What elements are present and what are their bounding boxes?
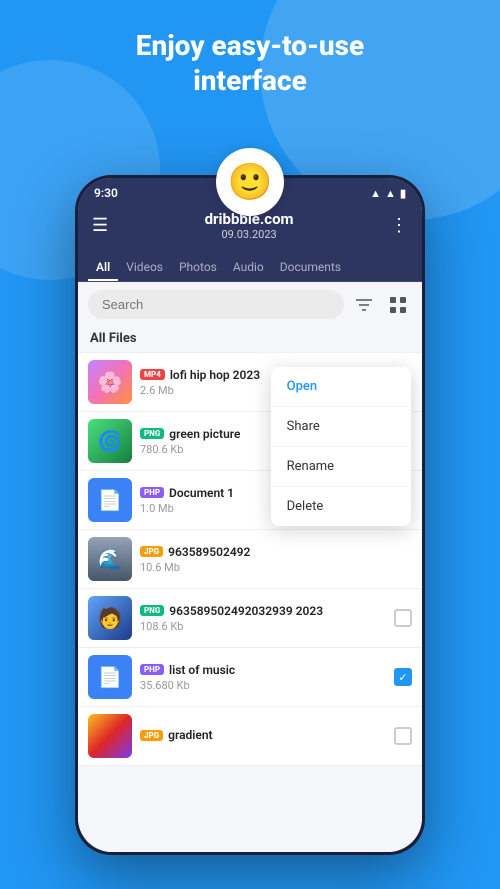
file-thumbnail: 🧑: [88, 596, 132, 640]
file-name: gradient: [168, 728, 212, 742]
hamburger-icon[interactable]: ☰: [92, 215, 108, 236]
file-action[interactable]: [394, 609, 412, 627]
filter-icon[interactable]: [350, 291, 378, 319]
file-info: JPG 963589502492 10.6 Mb: [140, 545, 404, 574]
file-tag: MP4: [140, 369, 165, 380]
battery-icon: ▮: [400, 187, 406, 200]
wifi-icon: ▲: [370, 187, 381, 200]
file-name: lofi hip hop 2023: [170, 368, 260, 382]
signal-icon: ▲: [385, 187, 396, 200]
file-row[interactable]: 🌊 JPG 963589502492 10.6 Mb: [78, 530, 422, 589]
file-name-row: JPG 963589502492: [140, 545, 404, 559]
header-subtitle: 09.03.2023: [205, 228, 294, 241]
file-info: PNG 963589502492032939 2023 108.6 Kb: [140, 604, 386, 633]
search-icons: [350, 291, 412, 319]
file-thumbnail: 🌊: [88, 537, 132, 581]
checkbox-icon[interactable]: [394, 609, 412, 627]
more-icon[interactable]: ⋮: [390, 215, 408, 236]
file-info: JPG gradient: [140, 728, 386, 744]
file-thumbnail: 📄: [88, 655, 132, 699]
context-menu-share[interactable]: Share: [271, 407, 411, 447]
file-thumbnail: [88, 714, 132, 758]
file-name: green picture: [169, 427, 240, 441]
file-tag: PNG: [140, 605, 164, 616]
file-name: 963589502492032939 2023: [169, 604, 323, 618]
section-label: All Files: [78, 327, 422, 352]
file-name: 963589502492: [168, 545, 250, 559]
tab-videos[interactable]: Videos: [118, 251, 171, 281]
hero-title: Enjoy easy-to-useinterface: [0, 28, 500, 98]
context-menu-rename[interactable]: Rename: [271, 447, 411, 487]
phone-frame: 9:30 ▲ ▲ ▮ ☰ dribbble.com 09.03.2023 ⋮ A…: [75, 175, 425, 855]
file-tag: PHP: [140, 664, 164, 675]
checkbox-icon[interactable]: [394, 727, 412, 745]
file-name-row: PHP list of music: [140, 663, 386, 677]
doc-icon: 📄: [98, 488, 123, 512]
search-input[interactable]: [88, 290, 344, 319]
file-name-row: PNG 963589502492032939 2023: [140, 604, 386, 618]
file-row[interactable]: JPG gradient: [78, 707, 422, 766]
context-menu-open[interactable]: Open: [271, 367, 411, 407]
file-name-row: JPG gradient: [140, 728, 386, 742]
file-thumbnail: 📄: [88, 478, 132, 522]
status-icons: ▲ ▲ ▮: [370, 187, 406, 200]
status-time: 9:30: [94, 186, 118, 200]
file-info: PHP list of music 35.680 Kb: [140, 663, 386, 692]
search-bar-row: [78, 282, 422, 327]
file-size: 10.6 Mb: [140, 561, 404, 574]
file-thumbnail: 🌀: [88, 419, 132, 463]
context-menu: Open Share Rename Delete: [271, 367, 411, 526]
doc-icon: 📄: [98, 665, 123, 689]
file-thumbnail: 🌸: [88, 360, 132, 404]
file-tag: JPG: [140, 546, 163, 557]
content-area: All Files 🌸 MP4 lofi hip hop 2023 2.6 Mb: [78, 282, 422, 852]
file-name: Document 1: [169, 486, 234, 500]
tab-photos[interactable]: Photos: [171, 251, 225, 281]
file-size: 35.680 Kb: [140, 679, 386, 692]
file-size: 108.6 Kb: [140, 620, 386, 633]
file-tag: PHP: [140, 487, 164, 498]
checkbox-checked-icon[interactable]: ✓: [394, 668, 412, 686]
tab-bar: All Videos Photos Audio Documents: [78, 251, 422, 282]
tab-documents[interactable]: Documents: [272, 251, 349, 281]
file-tag: PNG: [140, 428, 164, 439]
file-row[interactable]: 📄 PHP list of music 35.680 Kb ✓: [78, 648, 422, 707]
file-action[interactable]: ✓: [394, 668, 412, 686]
grid-icon[interactable]: [384, 291, 412, 319]
tab-all[interactable]: All: [88, 251, 118, 281]
file-name: list of music: [169, 663, 235, 677]
smiley-avatar: 🙂: [216, 148, 284, 216]
file-row[interactable]: 🧑 PNG 963589502492032939 2023 108.6 Kb: [78, 589, 422, 648]
file-tag: JPG: [140, 730, 163, 741]
file-action[interactable]: [394, 727, 412, 745]
tab-audio[interactable]: Audio: [225, 251, 272, 281]
context-menu-delete[interactable]: Delete: [271, 487, 411, 526]
phone-screen: 9:30 ▲ ▲ ▮ ☰ dribbble.com 09.03.2023 ⋮ A…: [78, 178, 422, 852]
